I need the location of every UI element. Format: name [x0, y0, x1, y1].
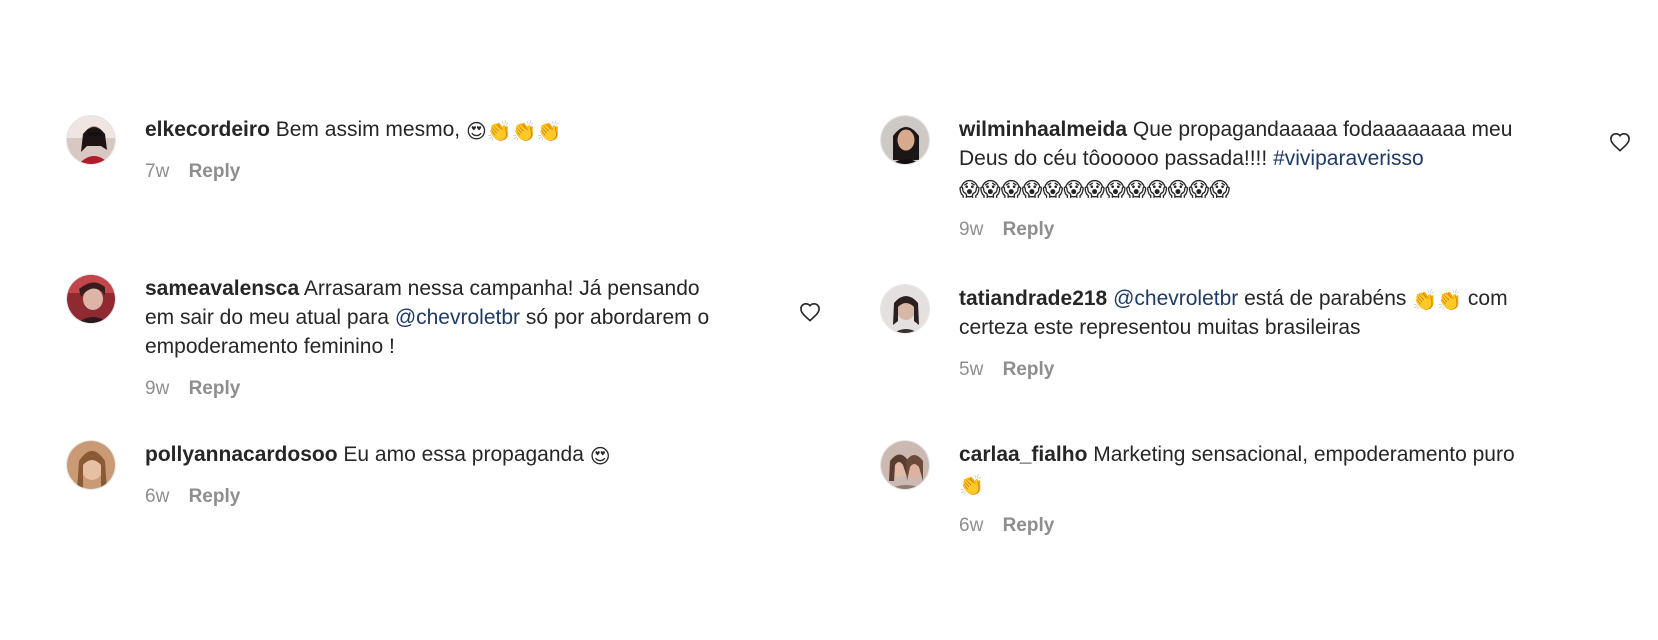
avatar-pollyannacardosoo[interactable] — [66, 440, 116, 490]
comment-text-line2: em sair do meu atual para @chevroletbr s… — [145, 303, 709, 332]
comment-wilminhaalmeida: wilminhaalmeida Que propagandaaaaa fodaa… — [880, 115, 1600, 255]
heart-outline-icon[interactable] — [799, 302, 821, 322]
comment-body: wilminhaalmeida Que propagandaaaaa fodaa… — [959, 115, 1512, 241]
avatar-elkecordeiro[interactable] — [66, 115, 116, 165]
hashtag-link[interactable]: #viviparaverisso — [1273, 147, 1424, 170]
mention-link[interactable]: @chevroletbr — [395, 306, 520, 329]
username[interactable]: elkecordeiro — [145, 118, 270, 141]
comment-meta: 9w Reply — [145, 378, 709, 400]
comment-body: sameavalensca Arrasaram nessa campanha! … — [145, 274, 709, 400]
comment-message-line1: Arrasaram nessa campanha! Já pensando — [303, 277, 700, 300]
comment-text-line3: empoderamento feminino ! — [145, 332, 709, 361]
comment-text-line2: certeza este representou muitas brasilei… — [959, 313, 1508, 342]
comment-text-line2: 👏 — [959, 469, 1515, 498]
comment-meta: 6w Reply — [145, 486, 611, 508]
comment-meta: 6w Reply — [959, 515, 1515, 537]
username[interactable]: pollyannacardosoo — [145, 443, 338, 466]
comment-message-line2: Deus do céu tôooooo passada!!!! — [959, 147, 1268, 170]
comment-meta: 7w Reply — [145, 161, 562, 183]
comment-body: pollyannacardosoo Eu amo essa propaganda… — [145, 440, 611, 508]
avatar-carlaa_fialho[interactable] — [880, 440, 930, 490]
comment-message-line2-end: só por abordarem o — [525, 306, 710, 329]
comment-elkecordeiro: elkecordeiro Bem assim mesmo, 😍👏👏👏 7w Re… — [66, 115, 766, 195]
comment-time: 5w — [959, 359, 984, 380]
avatar-tatiandrade218[interactable] — [880, 284, 930, 334]
comment-text: elkecordeiro Bem assim mesmo, 😍👏👏👏 — [145, 115, 562, 144]
comment-message-line3: empoderamento feminino ! — [145, 335, 395, 358]
emoji-group: 😍👏👏👏 — [465, 119, 562, 143]
reply-button[interactable]: Reply — [189, 161, 241, 182]
comment-body: elkecordeiro Bem assim mesmo, 😍👏👏👏 7w Re… — [145, 115, 562, 183]
mention-link[interactable]: @chevroletbr — [1113, 287, 1238, 310]
comment-message-line1: Marketing sensacional, empoderamento pur… — [1093, 443, 1515, 466]
reply-button[interactable]: Reply — [1003, 359, 1055, 380]
comment-body: tatiandrade218 @chevroletbr está de para… — [959, 284, 1508, 381]
comment-sameavalensca: sameavalensca Arrasaram nessa campanha! … — [66, 274, 826, 424]
username[interactable]: wilminhaalmeida — [959, 118, 1127, 141]
comment-text: sameavalensca Arrasaram nessa campanha! … — [145, 274, 709, 303]
comment-time: 9w — [959, 219, 984, 240]
comment-meta: 9w Reply — [959, 219, 1512, 241]
username[interactable]: sameavalensca — [145, 277, 299, 300]
emoji-group: 😍 — [589, 444, 611, 468]
comment-message-line1: Que propagandaaaaa fodaaaaaaaa meu — [1132, 118, 1513, 141]
comment-time: 9w — [145, 378, 170, 399]
reply-button[interactable]: Reply — [189, 486, 241, 507]
comment-time: 6w — [145, 486, 170, 507]
comment-message-line2: certeza este representou muitas brasilei… — [959, 316, 1361, 339]
avatar-sameavalensca[interactable] — [66, 274, 116, 324]
heart-outline-icon[interactable] — [1609, 132, 1631, 152]
emoji-group: 👏 — [959, 473, 984, 497]
comment-text-line2: Deus do céu tôooooo passada!!!! #vivipar… — [959, 144, 1512, 173]
comment-text: tatiandrade218 @chevroletbr está de para… — [959, 284, 1508, 313]
comment-tatiandrade218: tatiandrade218 @chevroletbr está de para… — [880, 284, 1600, 394]
comment-message: Bem assim mesmo, — [275, 118, 461, 141]
comment-message-line2: em sair do meu atual para — [145, 306, 389, 329]
username[interactable]: carlaa_fialho — [959, 443, 1087, 466]
comment-pollyannacardosoo: pollyannacardosoo Eu amo essa propaganda… — [66, 440, 766, 520]
comment-text: pollyannacardosoo Eu amo essa propaganda… — [145, 440, 611, 469]
comment-body: carlaa_fialho Marketing sensacional, emp… — [959, 440, 1515, 537]
comment-text: carlaa_fialho Marketing sensacional, emp… — [959, 440, 1515, 469]
comment-message-line1: está de parabéns — [1244, 287, 1407, 310]
comment-message-line1-end: com — [1467, 287, 1508, 310]
reply-button[interactable]: Reply — [1003, 515, 1055, 536]
emoji-group: 👏👏 — [1412, 288, 1463, 312]
comment-message: Eu amo essa propaganda — [343, 443, 584, 466]
emoji-group: 😱😱😱😱😱😱😱😱😱😱😱😱😱 — [959, 177, 1231, 201]
comment-time: 7w — [145, 161, 170, 182]
comment-text: wilminhaalmeida Que propagandaaaaa fodaa… — [959, 115, 1512, 144]
username[interactable]: tatiandrade218 — [959, 287, 1107, 310]
comment-carlaa_fialho: carlaa_fialho Marketing sensacional, emp… — [880, 440, 1600, 550]
comment-time: 6w — [959, 515, 984, 536]
avatar-wilminhaalmeida[interactable] — [880, 115, 930, 165]
comment-meta: 5w Reply — [959, 359, 1508, 381]
reply-button[interactable]: Reply — [1003, 219, 1055, 240]
comment-text-line3: 😱😱😱😱😱😱😱😱😱😱😱😱😱 — [959, 173, 1512, 202]
reply-button[interactable]: Reply — [189, 378, 241, 399]
